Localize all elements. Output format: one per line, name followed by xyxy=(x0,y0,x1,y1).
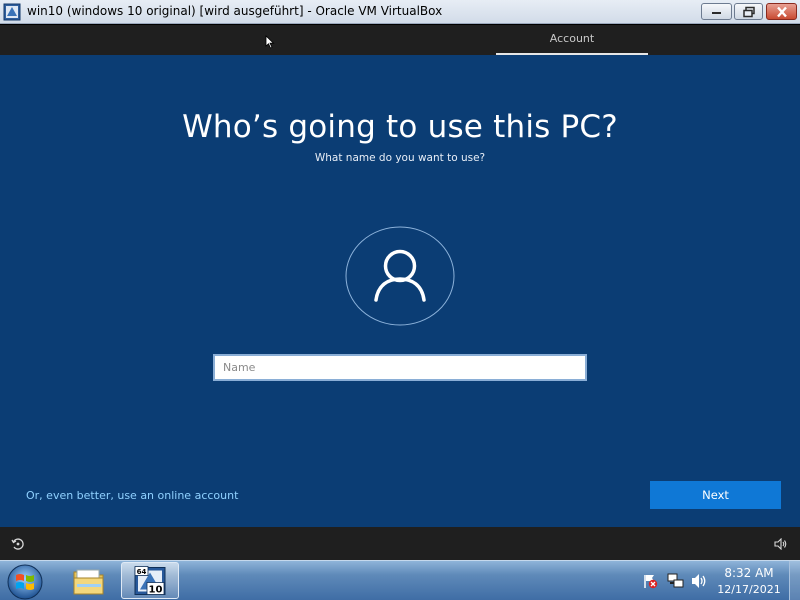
close-button[interactable] xyxy=(766,3,797,20)
window-titlebar[interactable]: win10 (windows 10 original) [wird ausgef… xyxy=(0,0,800,24)
minimize-button[interactable] xyxy=(701,3,732,20)
virtualbox-badge: 64 xyxy=(137,568,147,576)
maximize-icon xyxy=(742,6,755,17)
user-icon xyxy=(345,226,455,326)
network-icon[interactable] xyxy=(667,573,685,589)
minimize-icon xyxy=(711,11,721,14)
taskbar-item-virtualbox[interactable]: 64 10 xyxy=(121,562,179,599)
next-button[interactable]: Next xyxy=(650,481,781,509)
show-desktop-button[interactable] xyxy=(789,561,800,600)
oobe-bottom-bar xyxy=(0,527,800,560)
virtualbox-icon xyxy=(3,3,21,21)
volume-icon[interactable] xyxy=(774,538,788,550)
close-icon xyxy=(776,6,787,17)
file-explorer-icon xyxy=(73,569,104,594)
page-subtitle: What name do you want to use? xyxy=(314,152,486,164)
volume-icon[interactable] xyxy=(691,573,707,589)
online-account-link[interactable]: Or, even better, use an online account xyxy=(26,489,238,502)
maximize-button[interactable] xyxy=(734,3,763,20)
clock-time[interactable]: 8:32 AM xyxy=(714,566,784,580)
name-input[interactable] xyxy=(213,354,587,381)
oobe-top-bar: Account xyxy=(0,25,800,55)
mouse-cursor-icon xyxy=(265,35,275,49)
page-title: Who’s going to use this PC? xyxy=(182,109,618,145)
virtualbox-icon: 64 10 xyxy=(134,565,166,595)
start-orb[interactable] xyxy=(6,563,44,600)
virtualbox-version: 10 xyxy=(149,584,163,595)
action-center-flag-icon[interactable] xyxy=(642,573,658,589)
taskbar-item-explorer[interactable] xyxy=(60,562,118,599)
clock-date[interactable]: 12/17/2021 xyxy=(714,583,784,596)
taskbar: 64 10 8:32 AM 12/17/2021 xyxy=(0,560,800,600)
window-title: win10 (windows 10 original) [wird ausgef… xyxy=(27,4,443,18)
oobe-page: Who’s going to use this PC? What name do… xyxy=(0,55,800,527)
ease-of-access-icon[interactable] xyxy=(11,537,25,551)
tab-account: Account xyxy=(496,25,648,55)
